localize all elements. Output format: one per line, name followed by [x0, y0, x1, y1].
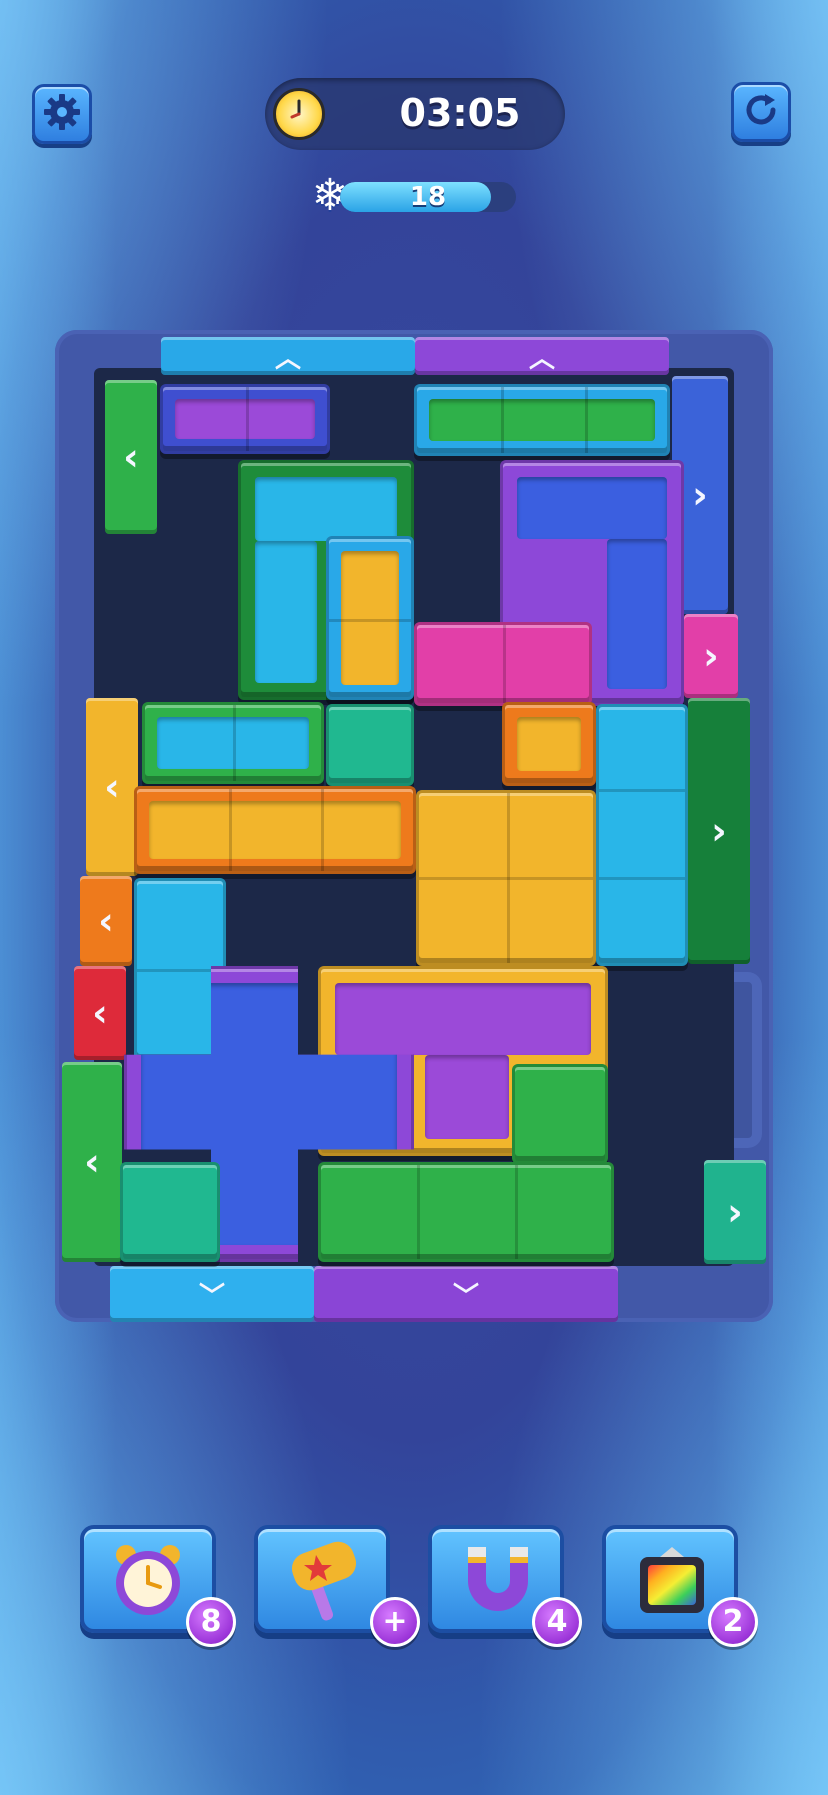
arrow-left-icon: ‹ [92, 991, 108, 1035]
restart-button[interactable] [731, 82, 791, 142]
magnet-icon [456, 1541, 540, 1625]
gate-right-teal: › [704, 1160, 766, 1264]
arrow-up-icon: ︿ [528, 343, 555, 374]
block-divider [585, 387, 588, 453]
arrow-down-icon: ﹀ [452, 1281, 479, 1312]
block-divider [233, 705, 236, 781]
freeze-count: 18 [409, 182, 447, 212]
block-divider [137, 969, 223, 972]
clock-icon [273, 88, 325, 140]
block-divider [246, 387, 249, 451]
block-inner [341, 551, 399, 685]
booster-count-badge: 2 [708, 1597, 758, 1647]
block-inner [255, 477, 397, 541]
arrow-down-icon: ﹀ [198, 1281, 225, 1312]
gate-top-purple: ︿ [415, 337, 669, 375]
gate-left-orange: ‹ [80, 876, 132, 966]
booster-magnet[interactable]: 4 [428, 1525, 582, 1647]
gear-icon [42, 92, 82, 136]
settings-button[interactable] [32, 84, 92, 144]
block-pink[interactable] [414, 622, 592, 706]
gate-top-cyan: ︿ [161, 337, 415, 375]
freeze-progress-bar: 18 [340, 182, 516, 212]
block-divider [599, 789, 685, 792]
gate-left-green-2: ‹ [62, 1062, 122, 1262]
arrow-up-icon: ︿ [274, 343, 301, 374]
arrow-left-icon: ‹ [84, 1140, 100, 1184]
arrow-right-icon: › [727, 1190, 743, 1234]
restart-icon [741, 90, 781, 134]
block-inner [335, 983, 591, 1055]
block-inner [175, 399, 315, 439]
arrow-right-icon: › [711, 809, 727, 853]
gate-left-red: ‹ [74, 966, 126, 1060]
block-inner [255, 541, 317, 683]
arrow-right-icon: › [692, 473, 708, 517]
block-divider [419, 877, 593, 880]
booster-hammer[interactable]: + [254, 1525, 420, 1647]
gate-right-pink: › [684, 614, 738, 698]
booster-count-badge: 4 [532, 1597, 582, 1647]
block-cyan-column[interactable] [596, 704, 688, 966]
block-green-right[interactable] [512, 1064, 608, 1164]
block-inner [429, 399, 655, 441]
arrow-left-icon: ‹ [98, 899, 114, 943]
arrow-left-icon: ‹ [104, 765, 120, 809]
block-green-cyan[interactable] [142, 702, 324, 784]
block-green-bottom-row[interactable] [318, 1162, 614, 1262]
block-divider [599, 877, 685, 880]
block-inner [517, 717, 581, 771]
alarm-clock-icon [106, 1539, 190, 1627]
block-teal-single[interactable] [326, 704, 414, 786]
block-divider [501, 387, 504, 453]
hammer-icon [282, 1537, 366, 1631]
block-purple-top[interactable] [160, 384, 330, 454]
block-divider [417, 1165, 420, 1259]
block-divider [503, 625, 506, 703]
block-cyan-yellow[interactable] [326, 536, 414, 700]
block-green-top[interactable] [414, 384, 670, 456]
timer-panel: 03:05 [265, 78, 565, 150]
arrow-right-icon: › [703, 634, 719, 678]
booster-count-badge: 8 [186, 1597, 236, 1647]
booster-rainbow-box[interactable]: 2 [602, 1525, 758, 1647]
arrow-left-icon: ‹ [123, 435, 139, 479]
block-teal-bottom[interactable] [120, 1162, 220, 1262]
timer-value: 03:05 [399, 91, 521, 135]
block-divider [515, 1165, 518, 1259]
block-orange-long[interactable] [134, 786, 416, 874]
gate-left-green: ‹ [105, 380, 157, 534]
rainbow-box-icon [632, 1543, 712, 1627]
gate-right-darkgreen: › [688, 698, 750, 964]
block-inner [607, 539, 667, 689]
block-inner [425, 1055, 509, 1139]
block-divider [321, 789, 324, 871]
gate-left-yellow: ‹ [86, 698, 138, 876]
gate-bottom-purple: ﹀ [314, 1266, 618, 1322]
block-orange-single[interactable] [502, 702, 596, 786]
block-inner [149, 801, 401, 859]
block-inner [517, 477, 667, 539]
booster-alarm-clock[interactable]: 8 [80, 1525, 236, 1647]
block-divider [329, 619, 411, 622]
block-yellow-square[interactable] [416, 790, 596, 966]
booster-count-badge: + [370, 1597, 420, 1647]
block-divider [229, 789, 232, 871]
gate-bottom-cyan: ﹀ [110, 1266, 314, 1322]
